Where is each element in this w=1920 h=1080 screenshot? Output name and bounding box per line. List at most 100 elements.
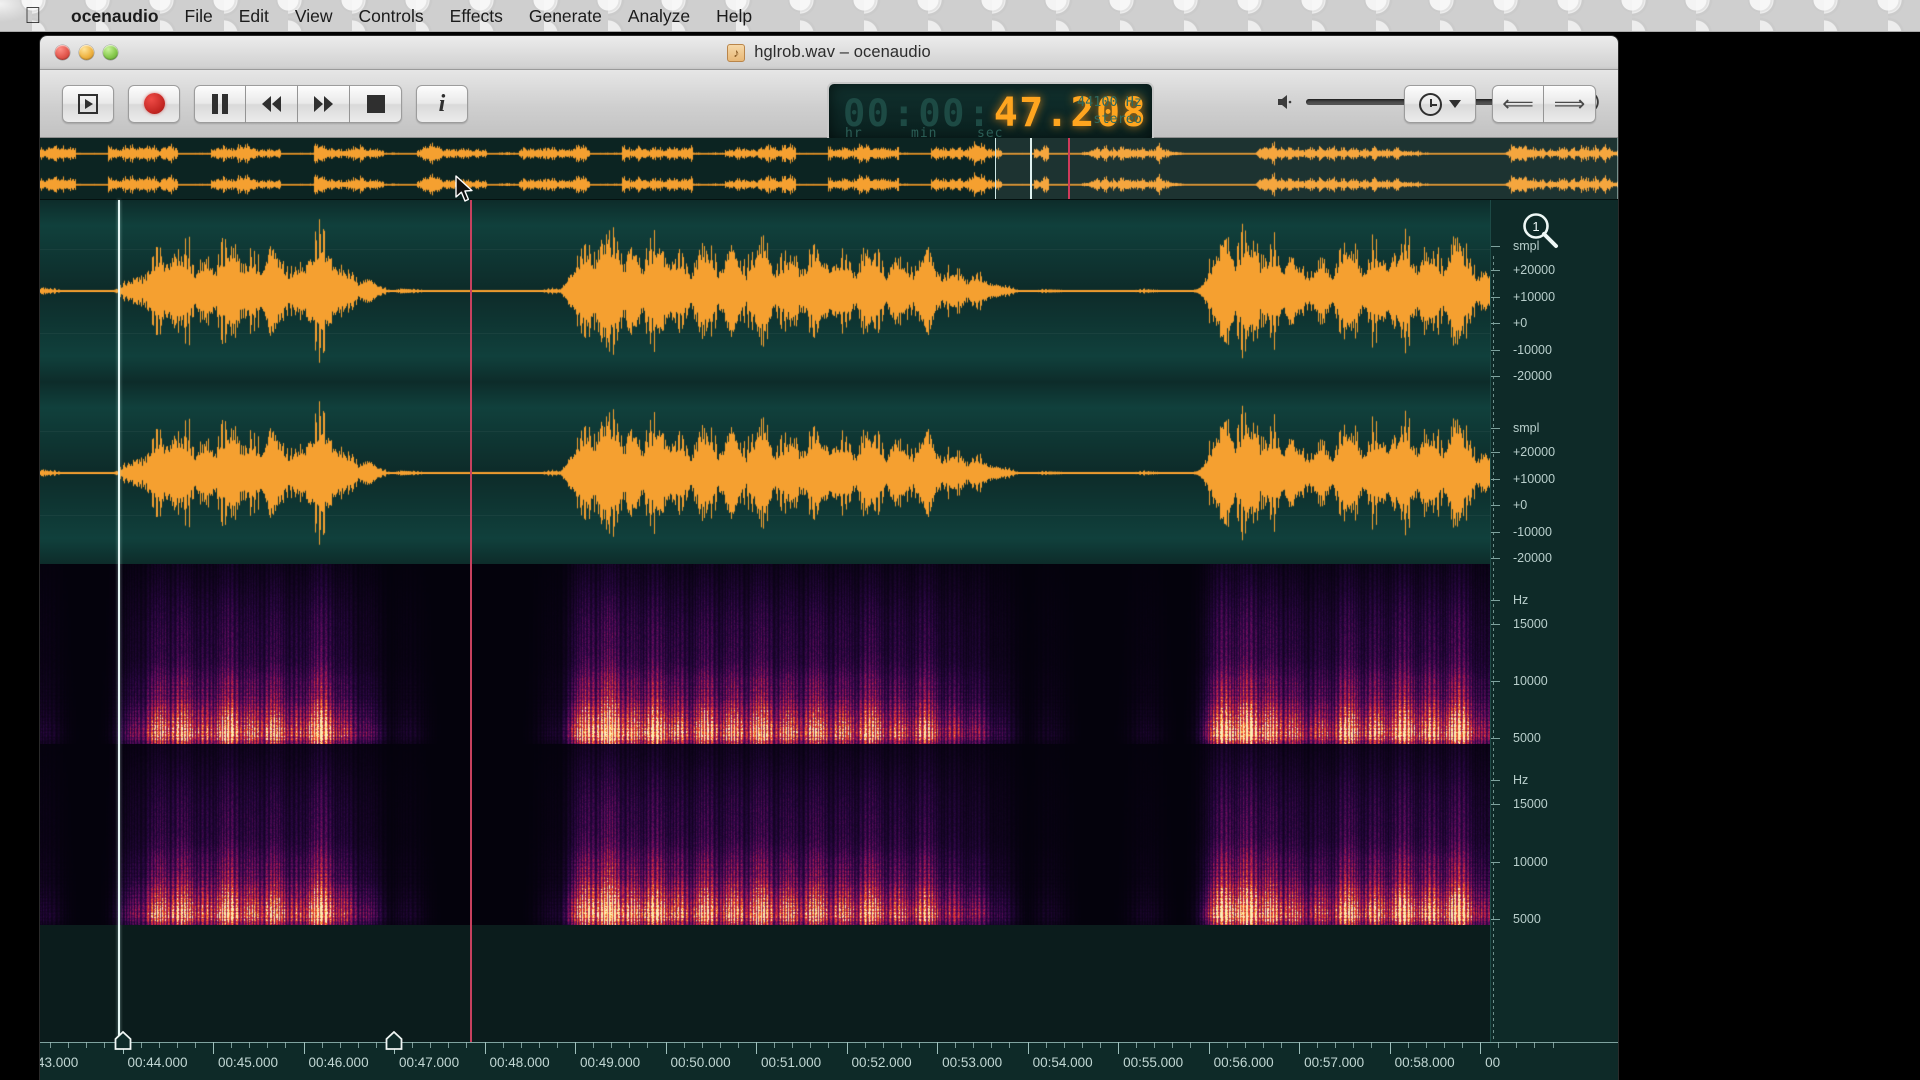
play-icon	[78, 93, 98, 114]
play-button[interactable]	[62, 84, 114, 123]
fast-forward-button[interactable]	[298, 84, 350, 123]
window-title: hglrob.wav – ocenaudio	[754, 43, 931, 61]
waveform-pane-channel-1[interactable]	[40, 200, 1618, 382]
axis-tick	[1491, 428, 1500, 429]
clock-icon	[1419, 92, 1442, 116]
ruler-tick-major	[756, 1042, 758, 1054]
spectrogram-pane-channel-1[interactable]	[40, 564, 1618, 744]
ruler-tick-minor	[176, 1042, 178, 1048]
menu-item-view[interactable]: View	[282, 3, 346, 29]
ruler-tick-minor	[737, 1042, 739, 1048]
close-button[interactable]	[55, 45, 70, 60]
maximize-button[interactable]	[103, 45, 118, 60]
spectrogram-pane-channel-2[interactable]	[40, 744, 1618, 925]
ruler-tick-minor	[1443, 1042, 1445, 1048]
info-button[interactable]: i	[416, 84, 468, 123]
ruler-tick-minor	[1226, 1042, 1228, 1048]
time-format-button[interactable]	[1404, 85, 1476, 123]
axis-tick	[1491, 452, 1500, 453]
menu-item-controls[interactable]: Controls	[346, 3, 437, 29]
ruler-tick-minor	[1280, 1042, 1282, 1048]
stop-icon	[366, 94, 385, 113]
ruler-tick-major	[1480, 1042, 1482, 1054]
ruler-label: 00:49.000	[580, 1055, 641, 1070]
axis-tick	[1491, 624, 1500, 625]
ruler-tick-minor	[104, 1042, 106, 1048]
ruler-tick-minor	[194, 1042, 196, 1048]
ruler-tick-minor	[1045, 1042, 1047, 1048]
ruler-tick-minor	[86, 1042, 88, 1048]
ruler-tick-minor	[430, 1042, 432, 1048]
minimize-button[interactable]	[79, 45, 94, 60]
menu-item-edit[interactable]: Edit	[226, 3, 282, 29]
menu-item-effects[interactable]: Effects	[437, 3, 516, 29]
overview-strip[interactable]	[40, 138, 1618, 200]
overview-viewport-indicator[interactable]	[995, 138, 1618, 199]
axis-tick-label: -10000	[1513, 524, 1552, 539]
previous-button[interactable]: ⟸	[1492, 85, 1544, 123]
time-display[interactable]: 00 : 00 : 47.208 hr min sec 44100 Hz ste…	[827, 82, 1154, 144]
ruler-tick-minor	[1353, 1042, 1355, 1048]
menu-item-file[interactable]: File	[172, 3, 226, 29]
window-titlebar[interactable]: ♪ hglrob.wav – ocenaudio	[40, 36, 1618, 70]
pause-button[interactable]	[194, 84, 246, 123]
ruler-tick-minor	[918, 1042, 920, 1048]
audio-file-icon: ♪	[727, 43, 746, 62]
axis-unit-label: Hz	[1513, 593, 1529, 607]
menu-item-generate[interactable]: Generate	[516, 3, 615, 29]
ruler-label: 00:51.000	[761, 1055, 822, 1070]
axis-unit-label: Hz	[1513, 773, 1529, 787]
navigation-button-group: ⟸ ⟹	[1492, 85, 1596, 123]
ruler-tick-minor	[1063, 1042, 1065, 1048]
arrow-left-icon: ⟸	[1502, 91, 1534, 116]
ruler-tick-minor	[412, 1042, 414, 1048]
ruler-tick-minor	[792, 1042, 794, 1048]
ruler-tick-minor	[1244, 1042, 1246, 1048]
overview-cursor-white	[1030, 138, 1032, 199]
sample-rate-label: 44100 Hz	[1076, 94, 1142, 110]
axis-tick-label: +20000	[1513, 445, 1556, 459]
ruler-tick-minor	[1407, 1042, 1409, 1048]
selection-marker-end[interactable]	[385, 1031, 403, 1050]
axis-group: Hz 15000 10000 5000	[1491, 744, 1618, 926]
playback-button-group	[194, 84, 402, 123]
menu-item-analyze[interactable]: Analyze	[615, 3, 703, 29]
ruler-tick-minor	[1317, 1042, 1319, 1048]
ruler-tick-minor	[1498, 1042, 1500, 1048]
menu-item-ocenaudio[interactable]: ocenaudio	[58, 3, 172, 29]
waveform-pane-channel-2[interactable]	[40, 382, 1618, 564]
toolbar-right-group: ⟸ ⟹	[1404, 85, 1596, 123]
ruler-tick-minor	[1462, 1042, 1463, 1048]
next-button[interactable]: ⟹	[1544, 85, 1596, 123]
vertical-axis-gutter: 1 smpl +20000 +10000 +0 -10000 -20000 smpl +200…	[1490, 200, 1618, 1080]
axis-tick-label: +10000	[1513, 289, 1556, 304]
transport-toolbar: i 00 : 00 : 47.208 hr min sec 44100 Hz s…	[40, 70, 1618, 202]
ruler-tick-minor	[683, 1042, 685, 1048]
menu-item-help[interactable]: Help	[703, 3, 765, 29]
axis-group: smpl +20000 +10000 +0 -10000 -20000	[1491, 382, 1618, 565]
rewind-button[interactable]	[246, 84, 298, 123]
selection-marker-start[interactable]	[114, 1031, 131, 1050]
ruler-tick-major	[1389, 1042, 1391, 1054]
window-title-wrap: ♪ hglrob.wav – ocenaudio	[40, 43, 1618, 62]
selection-cursor[interactable]	[470, 200, 472, 1050]
pause-icon	[211, 93, 229, 114]
ruler-tick-minor	[267, 1042, 269, 1048]
ruler-tick-major	[484, 1042, 486, 1054]
ruler-tick-minor	[1335, 1042, 1337, 1048]
record-button[interactable]	[128, 84, 180, 123]
ruler-label: 00:56.000	[1213, 1055, 1274, 1070]
timeline-ruler[interactable]: 43.000 00:44.000 00:45.000 00:46.000 00:47.0…	[40, 1031, 1618, 1080]
playback-cursor[interactable]	[118, 200, 120, 1050]
ruler-tick-major	[1027, 1042, 1029, 1054]
stop-button[interactable]	[350, 84, 402, 123]
apple-logo-icon[interactable]: 	[22, 3, 44, 29]
ruler-tick-minor	[1172, 1042, 1174, 1048]
ruler-tick-minor	[538, 1042, 540, 1048]
axis-tick-label: 5000	[1513, 912, 1541, 926]
axis-tick	[1491, 804, 1500, 805]
ruler-tick-minor	[1262, 1042, 1264, 1048]
axis-tick-label: 15000	[1513, 617, 1548, 631]
axis-tick	[1491, 349, 1500, 351]
ruler-tick-minor	[140, 1042, 142, 1048]
